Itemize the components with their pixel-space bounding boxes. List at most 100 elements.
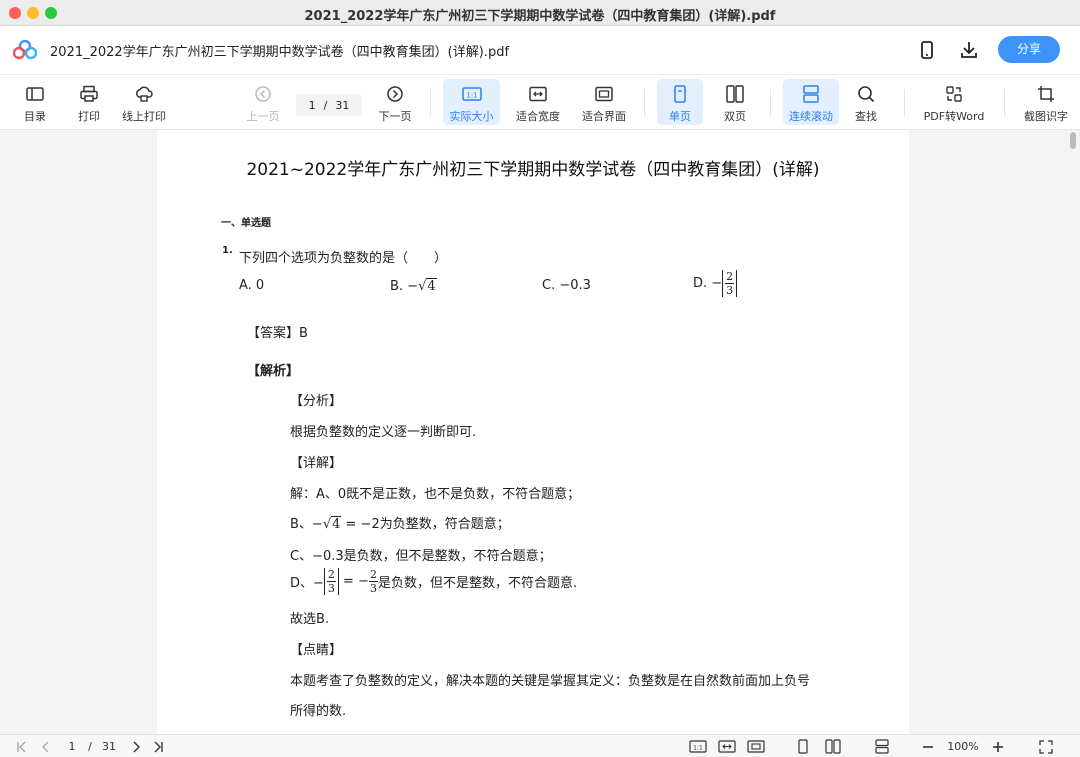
status-actual-size-button[interactable]: 1:1: [688, 739, 708, 754]
line-d-numerator: 2: [368, 568, 378, 582]
toolbar-divider: [770, 89, 771, 117]
line-c-suffix: 是负数，但不是整数，不符合题意；: [343, 549, 552, 564]
line-b-prefix: B、−: [290, 517, 323, 532]
choose-line: 故选B.: [290, 612, 330, 627]
online-print-button[interactable]: 线上打印: [118, 79, 170, 125]
status-bar: 1 / 31 1:1 100%: [0, 734, 1080, 757]
option-d: D. −2 3: [693, 270, 738, 297]
toc-icon: [26, 87, 44, 101]
option-c: C. −0.3: [542, 278, 591, 293]
ocr-button[interactable]: 截图识字: [1018, 79, 1074, 125]
option-d-denominator: 3: [726, 284, 734, 297]
find-button[interactable]: 查找: [846, 79, 886, 125]
xiangjie-label: 【详解】: [290, 456, 343, 471]
line-b-suffix: 为负整数，符合题意；: [379, 517, 510, 532]
option-d-prefix: D. −: [693, 276, 723, 291]
status-page-separator: /: [88, 740, 92, 753]
line-d-abs-denominator: 3: [327, 582, 335, 595]
double-page-button[interactable]: 双页: [712, 79, 758, 125]
status-total-pages: 31: [102, 740, 116, 753]
line-d-suffix: 是负数，但不是整数，不符合题意.: [377, 576, 578, 591]
page-separator: /: [323, 98, 328, 112]
toolbar: 目录 打印 线上打印 上一页 1 / 31 下一页 1:1 实际大小 适合宽度 …: [0, 75, 1080, 130]
vertical-scrollbar[interactable]: [1066, 130, 1080, 734]
actual-size-icon: 1:1: [689, 740, 707, 753]
next-page-button[interactable]: 下一页: [374, 79, 416, 125]
share-button[interactable]: 分享: [998, 36, 1060, 63]
document-title: 2021_2022学年广东广州初三下学期期中数学试卷（四中教育集团）(详解).p…: [50, 45, 510, 60]
continuous-scroll-button[interactable]: 连续滚动: [783, 79, 839, 125]
toolbar-divider: [644, 89, 645, 117]
option-a: A. 0: [239, 278, 265, 293]
window-title: 2021_2022学年广东广州初三下学期期中数学试卷（四中教育集团）(详解).p…: [304, 9, 776, 24]
dianjing-text-2: 所得的数.: [290, 704, 347, 719]
page-number-input[interactable]: 1 / 31: [296, 94, 362, 116]
fit-page-button[interactable]: 适合界面: [576, 79, 632, 125]
find-label: 查找: [855, 110, 877, 123]
continuous-scroll-icon: [803, 85, 819, 103]
chevron-left-circle-icon: [255, 86, 271, 102]
window-titlebar: 2021_2022学年广东广州初三下学期期中数学试卷（四中教育集团）(详解).p…: [0, 0, 1080, 26]
status-continuous-button[interactable]: [872, 739, 892, 754]
solution-line-d: D、− 2 3 = −2 3 是负数，但不是整数，不符合题意.: [290, 568, 577, 595]
line-b-mid: = −2: [341, 517, 380, 532]
option-b-radicand: 4: [426, 278, 437, 294]
pdf-to-word-button[interactable]: PDF转Word: [918, 79, 990, 125]
zoom-in-button[interactable]: [990, 739, 1006, 754]
next-page-label: 下一页: [378, 110, 412, 123]
option-d-numerator: 2: [725, 270, 735, 284]
status-next-page-button[interactable]: [128, 739, 144, 754]
line-d-abs-numerator: 2: [326, 568, 336, 582]
actual-size-icon-text: 1:1: [466, 92, 477, 100]
last-page-button[interactable]: [150, 739, 166, 754]
single-page-icon: [674, 85, 686, 103]
fit-width-label: 适合宽度: [516, 110, 560, 123]
zoom-out-button[interactable]: [920, 739, 936, 754]
crop-icon: [1038, 86, 1054, 102]
continuous-scroll-label: 连续滚动: [789, 110, 833, 123]
first-page-button[interactable]: [14, 739, 30, 754]
actual-size-label: 实际大小: [449, 110, 494, 123]
toolbar-divider: [1004, 89, 1005, 117]
actual-size-button[interactable]: 1:1 实际大小: [443, 79, 500, 125]
pdf-page: 2021~2022学年广东广州初三下学期期中数学试卷（四中教育集团）(详解) 一…: [157, 130, 909, 734]
status-double-page-button[interactable]: [823, 739, 843, 754]
download-icon[interactable]: [958, 39, 980, 61]
online-print-label: 线上打印: [122, 110, 166, 123]
status-current-page[interactable]: 1: [64, 739, 80, 754]
line-c-prefix: C、: [290, 549, 313, 564]
ocr-label: 截图识字: [1024, 110, 1068, 123]
double-page-icon: [825, 739, 841, 754]
fullscreen-button[interactable]: [1037, 739, 1055, 754]
question-number: 1.: [222, 245, 233, 256]
single-page-button[interactable]: 单页: [657, 79, 703, 125]
line-c-math: −0.3: [312, 549, 344, 564]
actual-size-icon: 1:1: [461, 87, 482, 101]
answer-value: B: [299, 326, 308, 341]
solution-line-a: 解：A、0既不是正数，也不是负数，不符合题意；: [290, 487, 581, 502]
zoom-level[interactable]: 100%: [944, 739, 982, 754]
question-text: 下列四个选项为负整数的是（ ）: [239, 251, 448, 266]
phone-icon[interactable]: [916, 39, 938, 61]
toc-button[interactable]: 目录: [14, 79, 56, 125]
status-fit-width-button[interactable]: [717, 739, 737, 754]
chevron-right-icon: [133, 741, 140, 752]
single-page-icon: [798, 739, 808, 754]
current-page: 1: [308, 98, 316, 112]
answer-line: 【答案】B: [247, 322, 308, 341]
status-single-page-button[interactable]: [794, 739, 812, 754]
dianjing-text-1: 本题考查了负整数的定义，解决本题的关键是掌握其定义：负整数是在自然数前面加上负号: [290, 674, 811, 689]
scrollbar-thumb[interactable]: [1070, 132, 1076, 149]
last-page-icon: [154, 741, 163, 752]
status-fit-page-button[interactable]: [746, 739, 766, 754]
print-button[interactable]: 打印: [68, 79, 110, 125]
convert-icon: [946, 86, 962, 102]
fit-width-button[interactable]: 适合宽度: [510, 79, 566, 125]
document-viewport[interactable]: 2021~2022学年广东广州初三下学期期中数学试卷（四中教育集团）(详解) 一…: [0, 130, 1080, 734]
first-page-icon: [17, 741, 26, 752]
status-prev-page-button[interactable]: [38, 739, 54, 754]
fit-page-icon: [747, 740, 765, 753]
line-d-mid: = −: [338, 574, 369, 589]
prev-page-button[interactable]: 上一页: [242, 79, 284, 125]
minus-icon: [923, 745, 933, 748]
